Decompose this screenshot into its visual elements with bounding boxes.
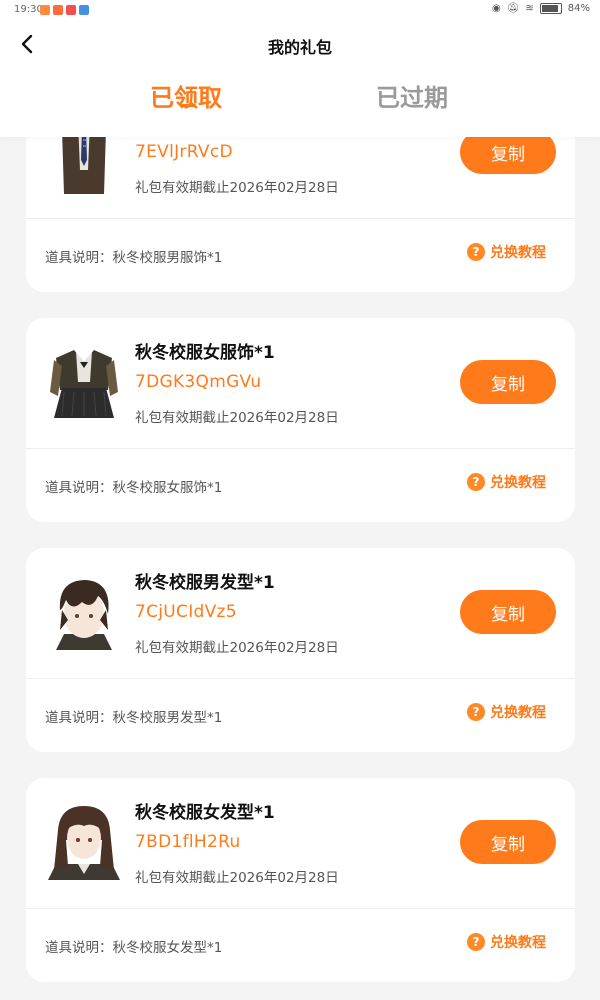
item-name: 秋冬校服男发型*1 [135, 573, 275, 593]
battery-level: 84% [567, 3, 590, 14]
copy-button[interactable]: 复制 [460, 360, 556, 404]
item-name: 秋冬校服女服饰*1 [135, 343, 275, 363]
gift-card: 秋冬校服女发型*1 7BD1flH2Ru 礼包有效期截止2026年02月28日 … [26, 778, 575, 982]
gift-card: 秋冬校服男发型*1 7CjUCIdVz5 礼包有效期截止2026年02月28日 … [26, 548, 575, 752]
item-description: 道具说明：秋冬校服女发型*1 [45, 940, 223, 956]
gift-code[interactable]: 7BD1flH2Ru [135, 832, 241, 852]
redeem-tutorial-link[interactable]: ? 兑换教程 [467, 932, 546, 952]
tab-bar: 已领取 已过期 [0, 78, 600, 118]
item-description: 道具说明：秋冬校服男服饰*1 [45, 250, 223, 266]
question-icon: ? [467, 933, 485, 951]
gift-code[interactable]: 7CjUCIdVz5 [135, 602, 237, 622]
app-notification-icon [66, 5, 76, 15]
gift-code[interactable]: 7DGK3QmGVu [135, 372, 261, 392]
validity-text: 礼包有效期截止2026年02月28日 [135, 180, 339, 196]
notification-icons [40, 5, 89, 15]
item-description: 道具说明：秋冬校服男发型*1 [45, 710, 223, 726]
redeem-tutorial-link[interactable]: ? 兑换教程 [467, 472, 546, 492]
active-tab-indicator [180, 104, 196, 107]
question-icon: ? [467, 703, 485, 721]
bell-off-icon: 🔕︎ [506, 3, 520, 14]
tab-expired[interactable]: 已过期 [376, 78, 448, 113]
eye-icon: ◉ [491, 3, 501, 14]
tutorial-label: 兑换教程 [490, 705, 546, 721]
item-thumbnail-female-outfit [42, 340, 126, 424]
status-indicators: ◉ 🔕︎ ≋ 84% [492, 3, 590, 14]
copy-button[interactable]: 复制 [460, 820, 556, 864]
item-thumbnail-male-hairstyle [42, 570, 126, 654]
tutorial-label: 兑换教程 [490, 245, 546, 261]
tutorial-label: 兑换教程 [490, 935, 546, 951]
page-header: 我的礼包 已领取 已过期 [0, 22, 600, 137]
wifi-icon: ≋ [525, 3, 534, 14]
divider [26, 448, 575, 449]
item-description: 道具说明：秋冬校服女服饰*1 [45, 480, 223, 496]
status-bar: 19:30 ◉ 🔕︎ ≋ 84% [0, 0, 600, 22]
app-notification-icon [79, 5, 89, 15]
divider [26, 908, 575, 909]
divider [26, 678, 575, 679]
gift-card: 秋冬校服女服饰*1 7DGK3QmGVu 礼包有效期截止2026年02月28日 … [26, 318, 575, 522]
divider [26, 218, 575, 219]
gift-code[interactable]: 7EVlJrRVcD [135, 142, 233, 162]
validity-text: 礼包有效期截止2026年02月28日 [135, 410, 339, 426]
tutorial-label: 兑换教程 [490, 475, 546, 491]
question-icon: ? [467, 473, 485, 491]
tab-claimed[interactable]: 已领取 [150, 78, 222, 113]
battery-icon [539, 3, 562, 14]
page-title: 我的礼包 [267, 38, 332, 57]
item-name: 秋冬校服女发型*1 [135, 803, 275, 823]
validity-text: 礼包有效期截止2026年02月28日 [135, 640, 339, 656]
copy-button[interactable]: 复制 [460, 590, 556, 634]
app-notification-icon [40, 5, 50, 15]
item-thumbnail-female-hairstyle [42, 800, 126, 884]
status-time: 19:30 [14, 4, 43, 15]
redeem-tutorial-link[interactable]: ? 兑换教程 [467, 702, 546, 722]
redeem-tutorial-link[interactable]: ? 兑换教程 [467, 242, 546, 262]
validity-text: 礼包有效期截止2026年02月28日 [135, 870, 339, 886]
question-icon: ? [467, 243, 485, 261]
app-notification-icon [53, 5, 63, 15]
